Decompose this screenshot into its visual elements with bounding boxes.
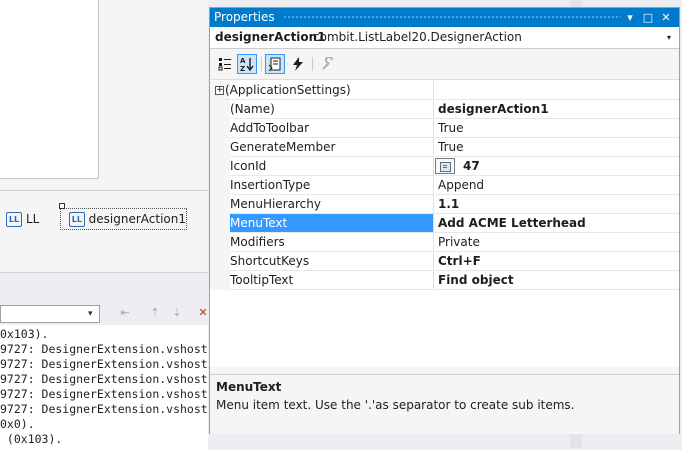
property-value[interactable]: Append (435, 176, 679, 195)
output-source-combo[interactable] (0, 305, 100, 323)
property-value-cell[interactable]: 47 (435, 157, 679, 176)
output-line: 9727: DesignerExtension.vshost (0, 342, 208, 356)
description-text: Menu item text. Use the '.'as separator … (216, 398, 575, 412)
property-name: AddToToolbar (230, 119, 434, 138)
property-value[interactable]: Add ACME Letterhead (435, 214, 679, 233)
drag-grip[interactable] (283, 15, 621, 20)
chevron-down-icon[interactable]: ▾ (88, 309, 93, 319)
property-name: (ApplicationSettings) (225, 81, 434, 100)
property-pages-wrench-icon[interactable] (318, 54, 338, 74)
property-name: TooltipText (230, 271, 434, 290)
window-title: Properties (214, 10, 275, 24)
row-gutter (210, 138, 230, 157)
properties-title-bar[interactable]: Properties ▾ □ ✕ (210, 8, 679, 27)
output-line: 0x0). (0, 417, 35, 431)
property-row-name[interactable]: (Name) designerAction1 (210, 100, 679, 119)
tray-item-designer-action[interactable]: LL designerAction1 (60, 208, 187, 230)
output-pane[interactable]: 0x103). 9727: DesignerExtension.vshost 972… (0, 325, 208, 450)
toolbar-separator (261, 57, 262, 71)
property-name: InsertionType (230, 176, 434, 195)
row-gutter (210, 100, 230, 119)
property-value[interactable]: True (435, 138, 679, 157)
expand-icon[interactable]: + (215, 86, 224, 95)
row-gutter (210, 119, 230, 138)
listlabel-icon: LL (6, 211, 22, 227)
find-message-icon[interactable]: ⇤ (118, 306, 132, 320)
output-toolbar (0, 272, 208, 301)
property-name: (Name) (230, 100, 434, 119)
property-value[interactable]: Ctrl+F (435, 252, 679, 271)
selection-handle[interactable] (59, 203, 65, 209)
property-row-shortcut-keys[interactable]: ShortcutKeys Ctrl+F (210, 252, 679, 271)
property-name: Modifiers (230, 233, 434, 252)
row-gutter (210, 252, 230, 271)
property-row-application-settings[interactable]: + (ApplicationSettings) (210, 81, 679, 100)
row-gutter (210, 176, 230, 195)
object-name: designerAction1 (215, 30, 326, 44)
row-gutter (210, 233, 230, 252)
icon-preview-icon (435, 158, 455, 174)
property-row-add-to-toolbar[interactable]: AddToToolbar True (210, 119, 679, 138)
toolbar-separator (312, 57, 313, 71)
output-line: 9727: DesignerExtension.vshost (0, 402, 208, 416)
output-line: 0x103). (0, 327, 49, 341)
property-row-modifiers[interactable]: Modifiers Private (210, 233, 679, 252)
output-line: 9727: DesignerExtension.vshost (0, 357, 208, 371)
object-selector[interactable]: designerAction1 combit.ListLabel20.Desig… (210, 27, 679, 49)
listlabel-icon: LL (69, 211, 85, 227)
properties-toolbar: AZ (210, 51, 679, 79)
property-row-generate-member[interactable]: GenerateMember True (210, 138, 679, 157)
property-value[interactable]: Find object (435, 271, 679, 290)
property-value: 47 (463, 159, 480, 173)
row-gutter (210, 214, 230, 233)
property-value[interactable]: True (435, 119, 679, 138)
component-tray (0, 190, 208, 273)
row-gutter (210, 195, 230, 214)
chevron-down-icon[interactable]: ▾ (667, 27, 671, 48)
description-title: MenuText (216, 380, 282, 394)
property-row-menu-hierarchy[interactable]: MenuHierarchy 1.1 (210, 195, 679, 214)
output-line: 9727: DesignerExtension.vshost (0, 372, 208, 386)
property-value[interactable] (435, 81, 679, 100)
output-line: 9727: DesignerExtension.vshost (0, 387, 208, 401)
next-message-icon[interactable]: ⇣ (170, 306, 184, 320)
tray-item-label: designerAction1 (88, 212, 186, 226)
alphabetical-icon[interactable]: AZ (237, 54, 257, 74)
property-row-tooltip-text[interactable]: TooltipText Find object (210, 271, 679, 290)
events-lightning-icon[interactable] (288, 54, 308, 74)
property-grid: + (ApplicationSettings) (Name) designerA… (210, 79, 679, 367)
property-name: IconId (230, 157, 434, 176)
property-row-insertion-type[interactable]: InsertionType Append (210, 176, 679, 195)
property-name: MenuHierarchy (230, 195, 434, 214)
object-type: combit.ListLabel20.DesignerAction (313, 30, 522, 44)
property-row-menu-text[interactable]: MenuText Add ACME Letterhead (210, 214, 679, 233)
property-name: ShortcutKeys (230, 252, 434, 271)
property-name: MenuText (230, 214, 434, 233)
maximize-icon[interactable]: □ (641, 8, 655, 27)
property-row-icon-id[interactable]: IconId 47 (210, 157, 679, 176)
row-gutter (210, 271, 230, 290)
output-line: (0x103). (0, 432, 63, 446)
tray-item-ll[interactable]: LL LL (6, 208, 39, 230)
properties-window: Properties ▾ □ ✕ designerAction1 combit.… (209, 7, 680, 434)
svg-text:A: A (240, 57, 246, 65)
close-icon[interactable]: ✕ (659, 8, 673, 27)
property-name: GenerateMember (230, 138, 434, 157)
row-gutter (210, 157, 230, 176)
window-position-dropdown-icon[interactable]: ▾ (623, 8, 637, 27)
svg-text:Z: Z (240, 65, 245, 72)
description-pane: MenuText Menu item text. Use the '.'as s… (210, 374, 679, 434)
clear-all-icon[interactable]: ✕ (196, 306, 210, 320)
property-value[interactable]: Private (435, 233, 679, 252)
categorized-icon[interactable] (215, 54, 235, 74)
tray-item-label: LL (26, 212, 40, 226)
property-value[interactable]: designerAction1 (435, 100, 679, 119)
property-value[interactable]: 1.1 (435, 195, 679, 214)
properties-view-icon[interactable] (265, 54, 285, 74)
form-canvas[interactable] (0, 0, 99, 179)
previous-message-icon[interactable]: ⇡ (148, 306, 162, 320)
